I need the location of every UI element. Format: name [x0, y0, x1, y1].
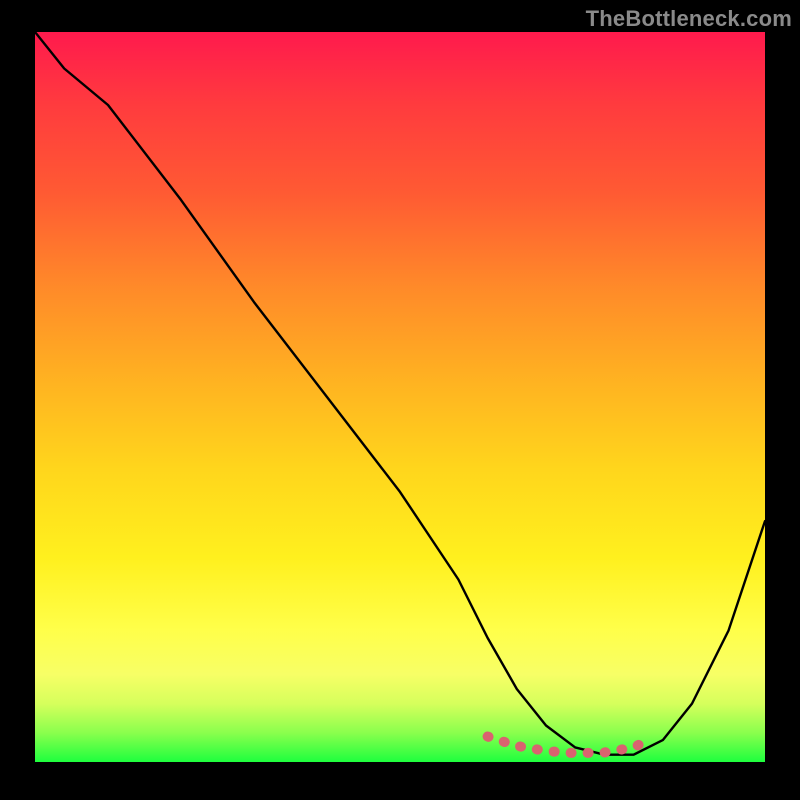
watermark-text: TheBottleneck.com — [586, 6, 792, 32]
chart-frame: TheBottleneck.com — [0, 0, 800, 800]
bottleneck-curve — [35, 32, 765, 755]
valley-marker — [488, 737, 649, 754]
curve-svg — [35, 32, 765, 762]
plot-area — [35, 32, 765, 762]
